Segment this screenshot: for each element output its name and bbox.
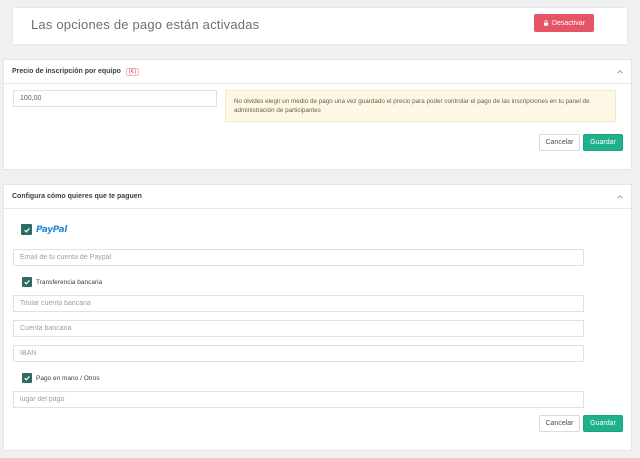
- check-icon: [23, 227, 30, 233]
- registration-price-card: Precio de inscripción por equipo (€) No o…: [3, 59, 632, 170]
- payment-methods-header[interactable]: Configura cómo quieres que te paguen: [4, 185, 631, 209]
- payment-methods-card: Configura cómo quieres que te paguen Pay…: [3, 184, 632, 451]
- cancel-button[interactable]: Cancelar: [539, 134, 580, 151]
- deactivate-label: Desactivar: [551, 19, 586, 27]
- account-holder-input[interactable]: [13, 295, 584, 312]
- price-input[interactable]: [13, 90, 217, 107]
- payment-status-text: Las opciones de pago están activadas: [31, 17, 260, 32]
- cash-checkbox[interactable]: [22, 373, 32, 383]
- payment-notice: No olvides elegir un medio de pago una v…: [225, 90, 616, 122]
- paypal-option[interactable]: PayPal: [21, 224, 67, 235]
- lock-icon: [543, 20, 549, 26]
- transfer-checkbox[interactable]: [22, 277, 32, 287]
- chevron-up-icon[interactable]: [616, 193, 624, 201]
- transfer-label: Transferencia bancaria: [36, 278, 103, 286]
- save-button[interactable]: Guardar: [583, 134, 623, 151]
- check-icon: [24, 280, 30, 285]
- cancel-button[interactable]: Cancelar: [539, 415, 580, 432]
- payment-place-input[interactable]: [13, 391, 584, 408]
- paypal-logo: PayPal: [36, 224, 68, 235]
- currency-badge: (€): [125, 68, 140, 76]
- deactivate-button[interactable]: Desactivar: [534, 14, 594, 32]
- registration-price-title: Precio de inscripción por equipo (€): [12, 68, 140, 76]
- payment-status-bar: Las opciones de pago están activadas Des…: [12, 7, 628, 45]
- bank-account-input[interactable]: [13, 320, 584, 337]
- cash-option[interactable]: Pago en mano / Otros: [22, 373, 100, 383]
- registration-price-title-text: Precio de inscripción por equipo: [12, 68, 121, 75]
- registration-price-header[interactable]: Precio de inscripción por equipo (€): [4, 60, 631, 84]
- chevron-up-icon[interactable]: [616, 68, 624, 76]
- payment-methods-title: Configura cómo quieres que te paguen: [12, 193, 142, 200]
- check-icon: [24, 376, 30, 381]
- cash-label: Pago en mano / Otros: [36, 374, 100, 382]
- transfer-option[interactable]: Transferencia bancaria: [22, 277, 102, 287]
- iban-input[interactable]: [13, 345, 584, 362]
- save-button[interactable]: Guardar: [583, 415, 623, 432]
- paypal-email-input[interactable]: [13, 249, 584, 266]
- paypal-checkbox[interactable]: [21, 224, 32, 235]
